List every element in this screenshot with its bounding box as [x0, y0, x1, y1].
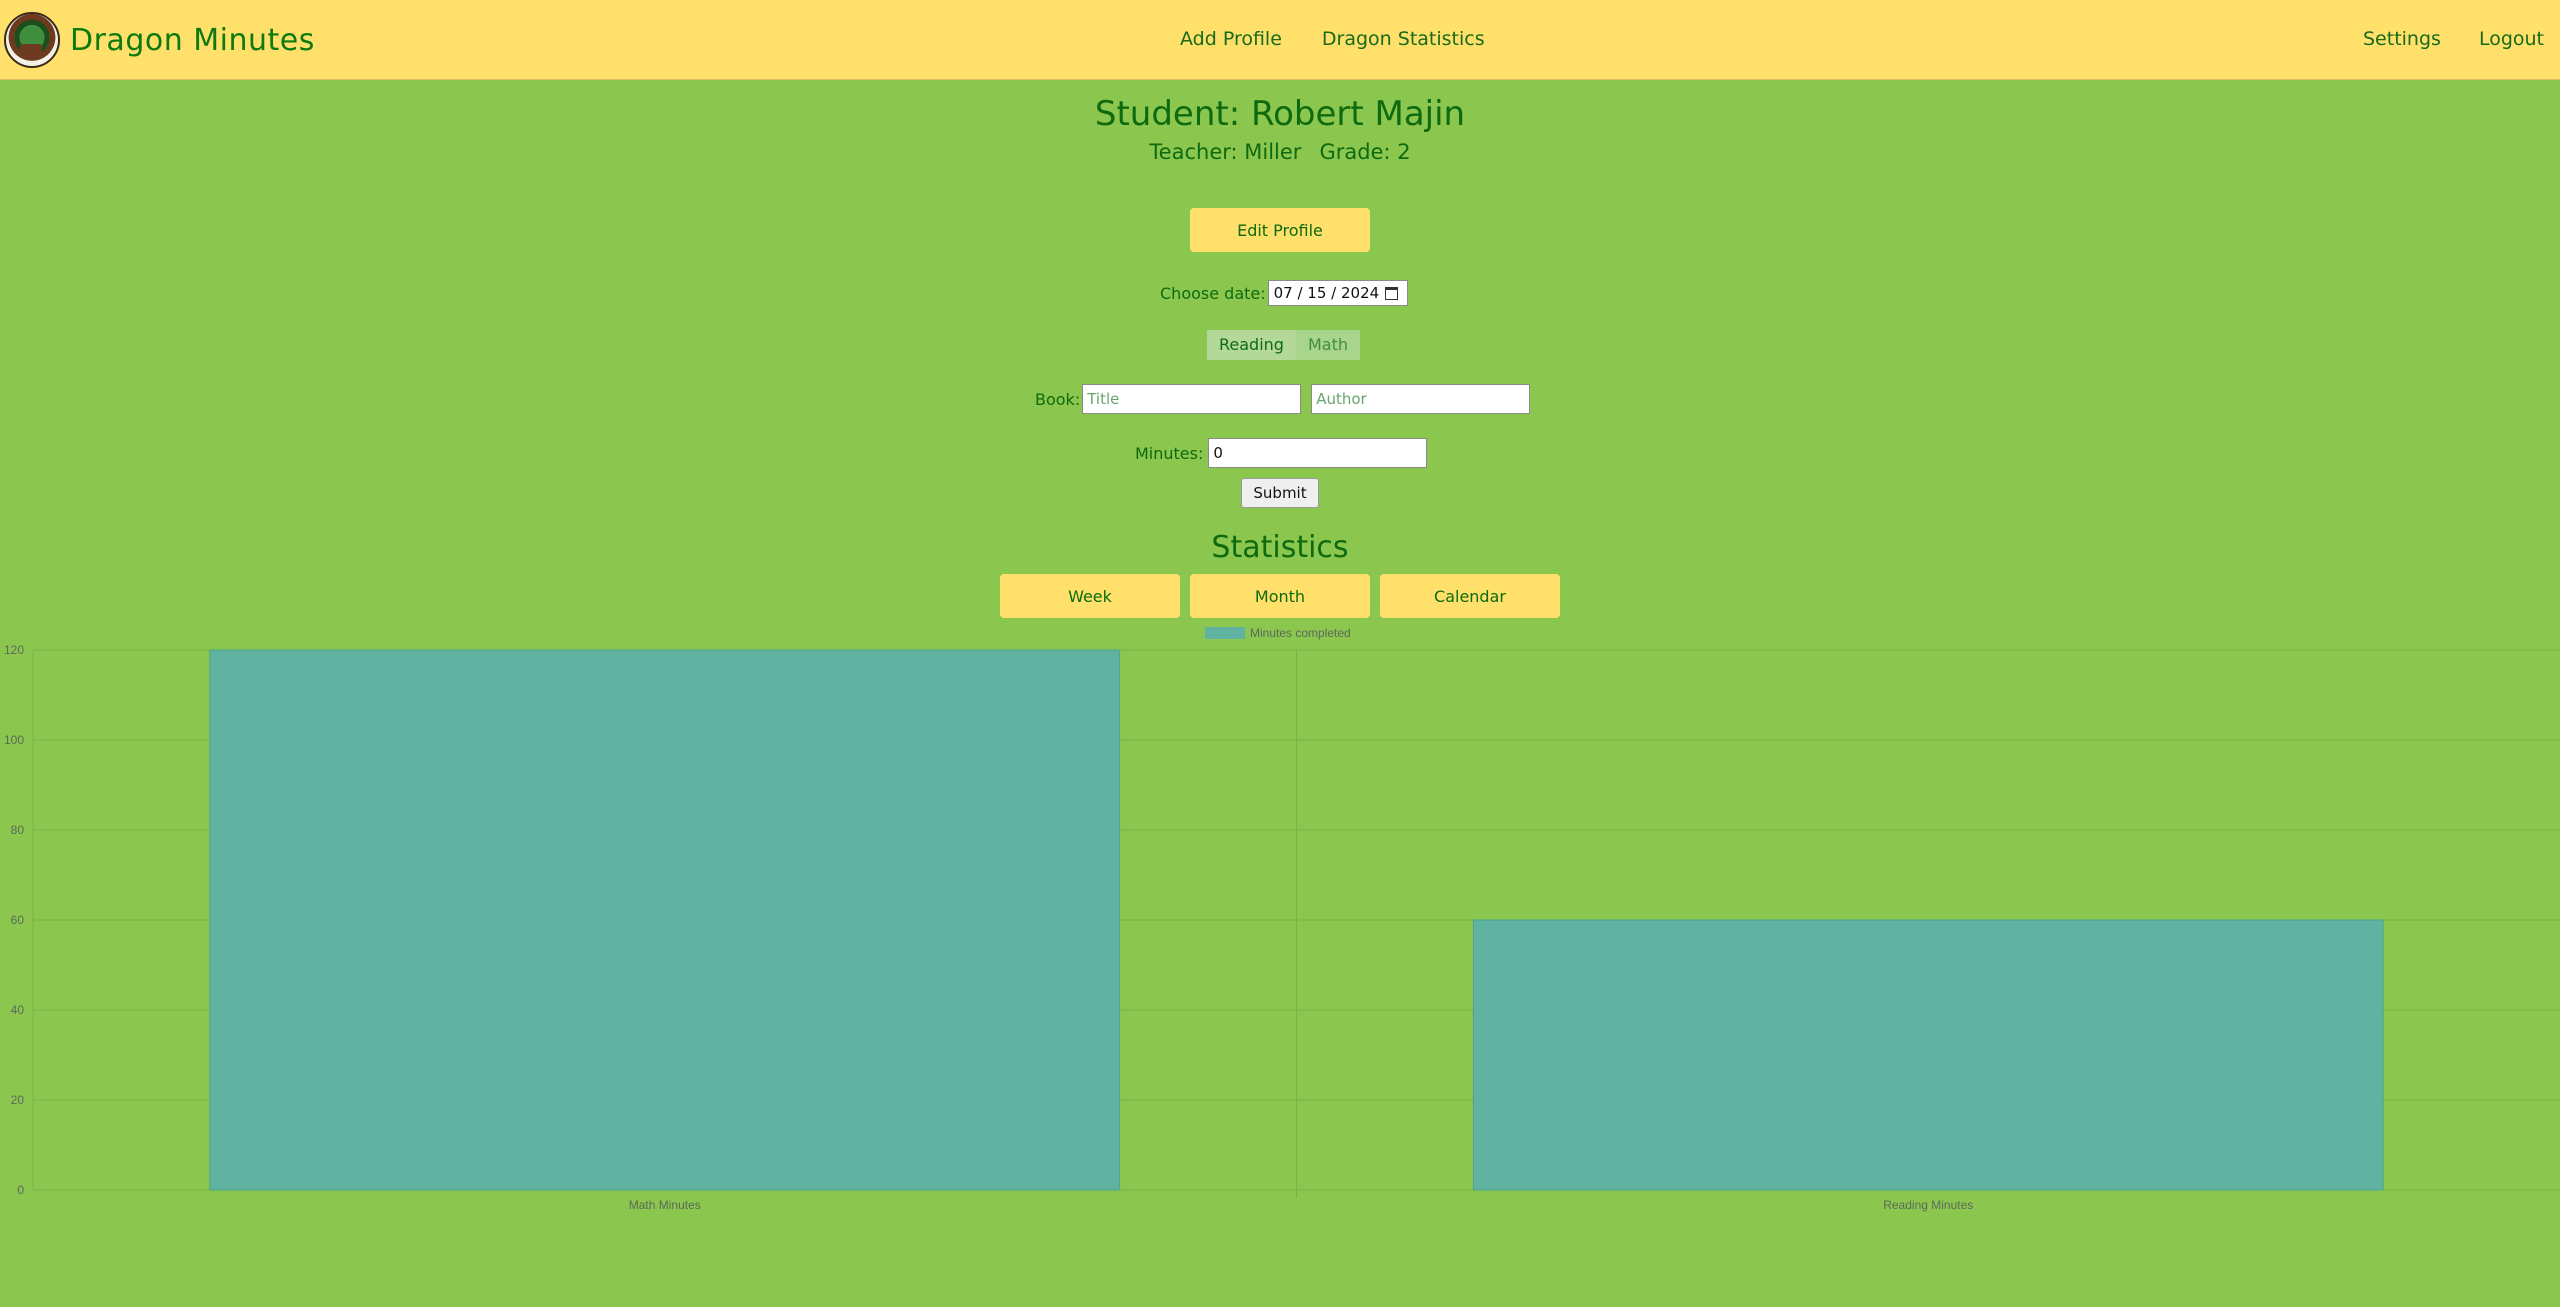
dragon-logo-icon: [4, 12, 60, 68]
nav-add-profile[interactable]: Add Profile: [1180, 28, 1282, 50]
x-tick-label: Math Minutes: [629, 1198, 701, 1212]
date-row: Choose date: 07 / 15 / 2024: [1160, 280, 1408, 306]
book-label: Book:: [1035, 389, 1081, 409]
student-subtitle: Teacher: Miller Grade: 2: [0, 140, 2560, 164]
date-label: Choose date:: [1160, 283, 1266, 303]
y-tick-label: 100: [4, 733, 24, 747]
nav-dragon-statistics[interactable]: Dragon Statistics: [1322, 28, 1485, 50]
y-tick-label: 40: [11, 1003, 25, 1017]
book-title-input[interactable]: [1082, 384, 1302, 414]
minutes-row: Minutes:: [1135, 438, 1428, 468]
minutes-bar-chart: Minutes completed 0 20 40 60 80 100 120 Math Min…: [4, 626, 2560, 1212]
nav-center: Add Profile Dragon Statistics: [1180, 28, 1485, 50]
calendar-button[interactable]: Calendar: [1380, 574, 1560, 618]
student-title: Student: Robert Majin: [1094, 94, 1466, 134]
minutes-input[interactable]: [1208, 438, 1428, 468]
date-input[interactable]: 07 / 15 / 2024: [1267, 280, 1408, 306]
y-tick-label: 20: [11, 1093, 25, 1107]
y-tick-label: 80: [11, 823, 25, 837]
subject-tabs: Reading Math: [1207, 330, 1360, 360]
tab-math[interactable]: Math: [1295, 330, 1360, 360]
brand[interactable]: Dragon Minutes: [4, 8, 315, 72]
week-button[interactable]: Week: [1000, 574, 1180, 618]
y-tick-label: 60: [11, 913, 25, 927]
nav-settings[interactable]: Settings: [2363, 28, 2441, 50]
top-navbar: Dragon Minutes Add Profile Dragon Statis…: [0, 0, 2560, 80]
x-tick-label: Reading Minutes: [1883, 1198, 1973, 1212]
legend-swatch: [1205, 627, 1245, 639]
statistics-heading: Statistics: [1211, 530, 1349, 565]
book-row: Book:: [1035, 384, 1531, 414]
submit-button[interactable]: Submit: [1241, 478, 1319, 508]
grade-label: Grade: 2: [1319, 140, 1411, 164]
book-author-input[interactable]: [1311, 384, 1531, 414]
nav-logout[interactable]: Logout: [2479, 28, 2544, 50]
nav-right: Settings Logout: [2363, 28, 2544, 50]
minutes-label: Minutes:: [1135, 443, 1204, 463]
brand-title: Dragon Minutes: [70, 22, 315, 58]
tab-reading[interactable]: Reading: [1207, 330, 1296, 360]
edit-profile-button[interactable]: Edit Profile: [1190, 208, 1370, 252]
y-tick-label: 0: [17, 1183, 24, 1197]
bar: [209, 649, 1121, 1191]
y-tick-label: 120: [4, 643, 24, 657]
legend-label: Minutes completed: [1250, 626, 1351, 640]
date-value: 07 / 15 / 2024: [1273, 284, 1380, 302]
month-button[interactable]: Month: [1190, 574, 1370, 618]
bar: [1472, 919, 2384, 1191]
calendar-icon[interactable]: [1385, 286, 1399, 300]
teacher-label: Teacher: Miller: [1149, 140, 1302, 164]
